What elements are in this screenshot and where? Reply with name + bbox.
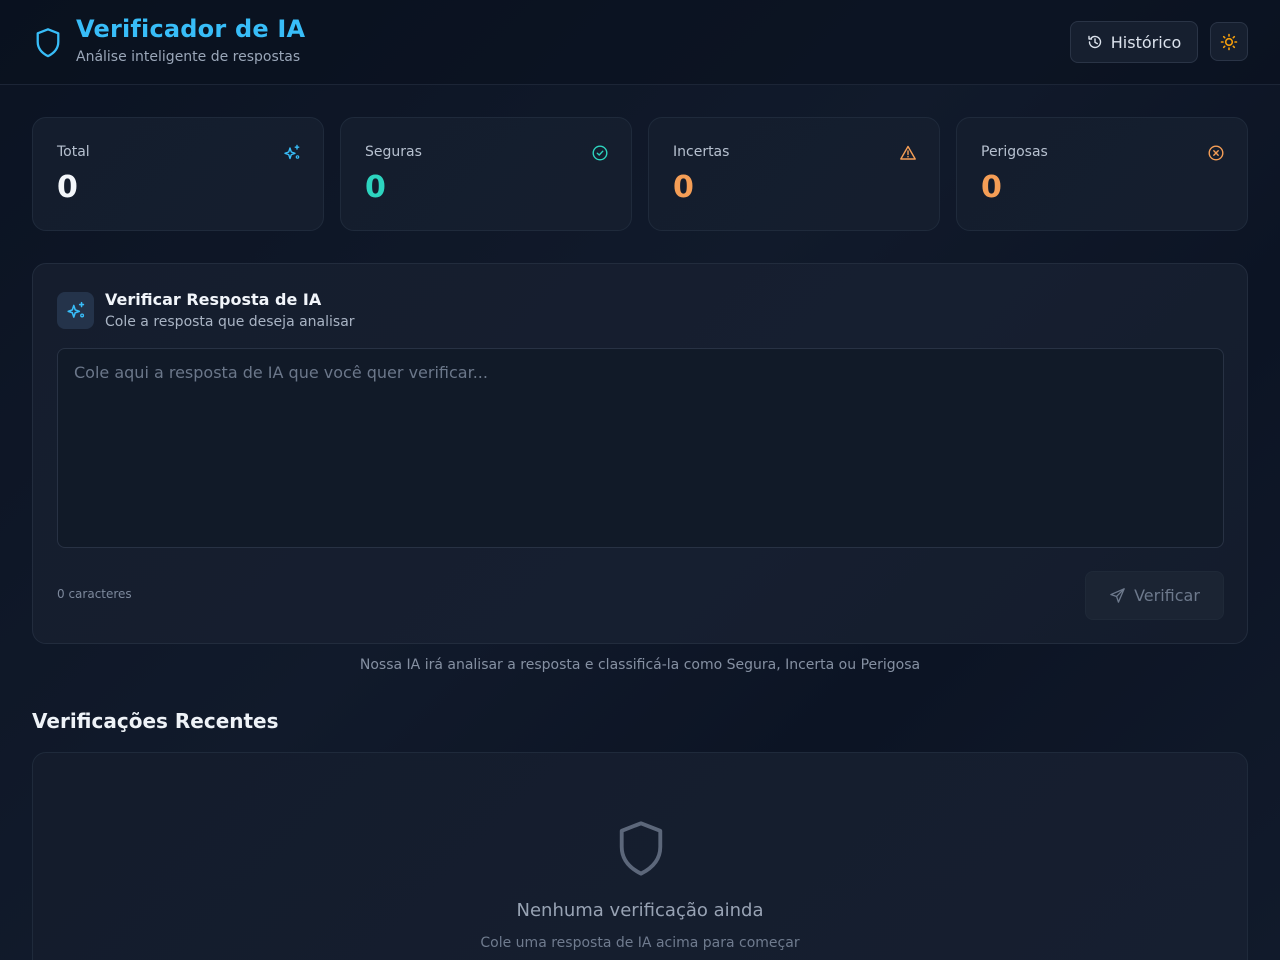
app-subtitle: Análise inteligente de respostas [76,49,301,65]
stat-value: 0 [365,170,386,205]
history-button-label: Histórico [1110,32,1182,52]
sparkles-icon [284,144,300,160]
stat-label: Incertas [673,144,730,160]
stat-value: 0 [981,170,1002,205]
stat-card-total: Total 0 [32,117,324,231]
verify-button[interactable]: Verificar [1085,571,1224,620]
stat-card-seguras: Seguras 0 [340,117,632,231]
empty-title: Nenhuma verificação ainda [516,900,764,921]
sun-icon [1220,33,1238,50]
shield-icon [619,821,663,876]
stat-label: Perigosas [981,144,1048,160]
stat-label: Seguras [365,144,422,160]
app-title: Verificador de IA [76,15,306,43]
char-count: 0 caracteres [57,587,132,601]
stat-value: 0 [673,170,694,205]
response-textarea[interactable] [57,348,1224,548]
verify-panel: Verificar Resposta de IA Cole a resposta… [32,263,1248,644]
theme-toggle-button[interactable] [1210,22,1248,61]
app-header: Verificador de IA Análise inteligente de… [0,0,1280,85]
stat-card-incertas: Incertas 0 [648,117,940,231]
empty-subtitle: Cole uma resposta de IA acima para começ… [480,935,800,951]
stat-label: Total [57,144,90,160]
sparkles-icon [66,301,84,318]
warning-icon [900,145,916,160]
shield-icon [36,28,60,58]
x-circle-icon [1208,145,1224,161]
check-circle-icon [592,145,608,161]
panel-icon-box [57,292,94,329]
panel-subtitle: Cole a resposta que deseja analisar [105,314,355,330]
send-icon [1110,588,1125,603]
panel-title: Verificar Resposta de IA [105,290,322,309]
stat-value: 0 [57,170,78,205]
hint-text: Nossa IA irá analisar a resposta e class… [359,657,921,673]
history-icon [1088,35,1101,49]
recent-title: Verificações Recentes [32,709,279,733]
verify-button-label: Verificar [1134,586,1200,605]
history-button[interactable]: Histórico [1070,21,1198,63]
recent-panel: Nenhuma verificação ainda Cole uma respo… [32,752,1248,960]
stat-card-perigosas: Perigosas 0 [956,117,1248,231]
